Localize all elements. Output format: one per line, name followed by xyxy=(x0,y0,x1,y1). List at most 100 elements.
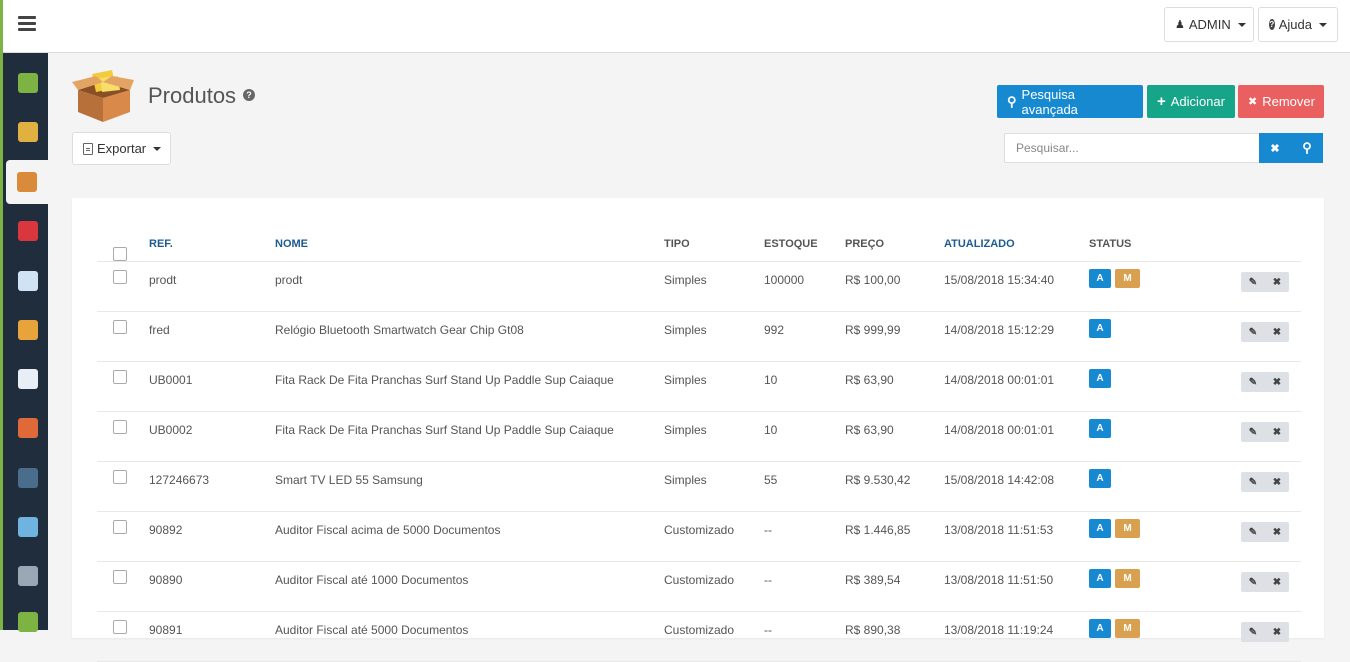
row-actions: ✎ ✖ xyxy=(1241,322,1289,342)
remove-button[interactable]: ✖ Remover xyxy=(1238,85,1324,118)
menu-toggle-icon[interactable] xyxy=(18,16,36,32)
accent-line xyxy=(0,0,3,53)
sidebar-item-document[interactable] xyxy=(8,357,48,401)
divider xyxy=(97,311,1301,312)
status-badge: M xyxy=(1115,619,1140,638)
delete-icon[interactable]: ✖ xyxy=(1265,472,1289,492)
divider xyxy=(97,511,1301,512)
cell-ref: prodt xyxy=(149,273,177,287)
accent-line xyxy=(0,53,3,630)
sidebar-item-image[interactable] xyxy=(8,505,48,549)
chevron-down-icon xyxy=(1319,22,1327,27)
status-badge: A xyxy=(1089,569,1111,588)
document-icon xyxy=(83,142,93,155)
cell-estoque: 100000 xyxy=(764,273,805,287)
delete-icon[interactable]: ✖ xyxy=(1265,522,1289,542)
status-badge: M xyxy=(1115,569,1140,588)
delete-icon[interactable]: ✖ xyxy=(1265,372,1289,392)
edit-icon[interactable]: ✎ xyxy=(1241,622,1265,642)
sidebar-item-cart-box[interactable] xyxy=(8,110,48,154)
cell-preco: R$ 100,00 xyxy=(845,273,901,287)
header-ref[interactable]: REF. xyxy=(149,238,173,250)
row-checkbox[interactable] xyxy=(113,270,127,284)
cell-ref: 90890 xyxy=(149,573,183,587)
cell-nome[interactable]: prodt xyxy=(275,273,302,287)
row-checkbox[interactable] xyxy=(113,370,127,384)
cell-estoque: -- xyxy=(764,623,772,637)
edit-icon[interactable]: ✎ xyxy=(1241,372,1265,392)
search-icon: ⚲ xyxy=(1302,140,1312,155)
search-input[interactable] xyxy=(1004,133,1260,163)
cell-ref: 90891 xyxy=(149,623,183,637)
status-badge: A xyxy=(1089,319,1111,338)
cell-nome[interactable]: Auditor Fiscal até 1000 Documentos xyxy=(275,573,468,587)
edit-icon[interactable]: ✎ xyxy=(1241,272,1265,292)
cell-nome[interactable]: Fita Rack De Fita Pranchas Surf Stand Up… xyxy=(275,373,614,387)
delete-icon[interactable]: ✖ xyxy=(1265,322,1289,342)
help-icon[interactable]: ? xyxy=(243,89,255,101)
clear-search-button[interactable]: ✖ xyxy=(1259,133,1291,163)
sidebar-item-product-box[interactable] xyxy=(6,160,48,204)
row-checkbox[interactable] xyxy=(113,320,127,334)
sidebar-item-person[interactable] xyxy=(8,456,48,500)
row-checkbox[interactable] xyxy=(113,570,127,584)
search-button[interactable]: ⚲ xyxy=(1291,133,1323,163)
cell-preco: R$ 63,90 xyxy=(845,373,894,387)
sidebar-item-print[interactable] xyxy=(8,554,48,598)
cell-ref: UB0002 xyxy=(149,423,193,437)
row-actions: ✎ ✖ xyxy=(1241,422,1289,442)
divider xyxy=(97,361,1301,362)
sidebar-item-chart[interactable] xyxy=(8,600,48,644)
person-icon xyxy=(18,468,38,488)
cell-estoque: 10 xyxy=(764,373,778,387)
users-icon xyxy=(18,418,38,438)
row-checkbox[interactable] xyxy=(113,470,127,484)
sidebar-item-percent[interactable] xyxy=(8,209,48,253)
question-circle-icon: ? xyxy=(1269,19,1275,30)
sidebar-item-db[interactable] xyxy=(8,61,48,105)
row-checkbox[interactable] xyxy=(113,620,127,634)
delete-icon[interactable]: ✖ xyxy=(1265,272,1289,292)
admin-user-menu[interactable]: ♟ ADMIN xyxy=(1164,7,1254,42)
cell-nome[interactable]: Auditor Fiscal acima de 5000 Documentos xyxy=(275,523,500,537)
divider xyxy=(97,461,1301,462)
cell-nome[interactable]: Relógio Bluetooth Smartwatch Gear Chip G… xyxy=(275,323,524,337)
status-badge: A xyxy=(1089,369,1111,388)
edit-icon[interactable]: ✎ xyxy=(1241,572,1265,592)
delete-icon[interactable]: ✖ xyxy=(1265,422,1289,442)
header-atualizado[interactable]: ATUALIZADO xyxy=(944,238,1015,250)
edit-icon[interactable]: ✎ xyxy=(1241,472,1265,492)
row-checkbox[interactable] xyxy=(113,420,127,434)
header-preco: PREÇO xyxy=(845,238,885,250)
sidebar-item-card[interactable] xyxy=(8,259,48,303)
user-icon: ♟ xyxy=(1175,19,1185,31)
cell-nome[interactable]: Smart TV LED 55 Samsung xyxy=(275,473,423,487)
sidebar-item-truck[interactable] xyxy=(8,308,48,352)
row-actions: ✎ ✖ xyxy=(1241,472,1289,492)
header-nome[interactable]: NOME xyxy=(275,238,308,250)
edit-icon[interactable]: ✎ xyxy=(1241,322,1265,342)
cell-nome[interactable]: Auditor Fiscal até 5000 Documentos xyxy=(275,623,468,637)
export-label: Exportar xyxy=(97,141,147,156)
help-menu[interactable]: ? Ajuda xyxy=(1258,7,1338,42)
sidebar-item-users[interactable] xyxy=(8,406,48,450)
cell-nome[interactable]: Fita Rack De Fita Pranchas Surf Stand Up… xyxy=(275,423,614,437)
page-title: Produtos xyxy=(148,83,237,108)
add-button[interactable]: + Adicionar xyxy=(1147,85,1235,118)
export-button[interactable]: Exportar xyxy=(72,132,171,165)
status-badge: A xyxy=(1089,519,1111,538)
advanced-search-button[interactable]: ⚲ Pesquisa avançada xyxy=(997,85,1143,118)
delete-icon[interactable]: ✖ xyxy=(1265,572,1289,592)
edit-icon[interactable]: ✎ xyxy=(1241,522,1265,542)
delete-icon[interactable]: ✖ xyxy=(1265,622,1289,642)
cell-tipo: Customizado xyxy=(664,523,735,537)
row-checkbox[interactable] xyxy=(113,520,127,534)
select-all-checkbox[interactable] xyxy=(113,247,127,261)
search-icon: ⚲ xyxy=(1007,93,1017,109)
cell-preco: R$ 999,99 xyxy=(845,323,901,337)
cell-estoque: 992 xyxy=(764,323,785,337)
edit-icon[interactable]: ✎ xyxy=(1241,422,1265,442)
cell-ref: fred xyxy=(149,323,170,337)
cell-preco: R$ 1.446,85 xyxy=(845,523,911,537)
cell-preco: R$ 63,90 xyxy=(845,423,894,437)
